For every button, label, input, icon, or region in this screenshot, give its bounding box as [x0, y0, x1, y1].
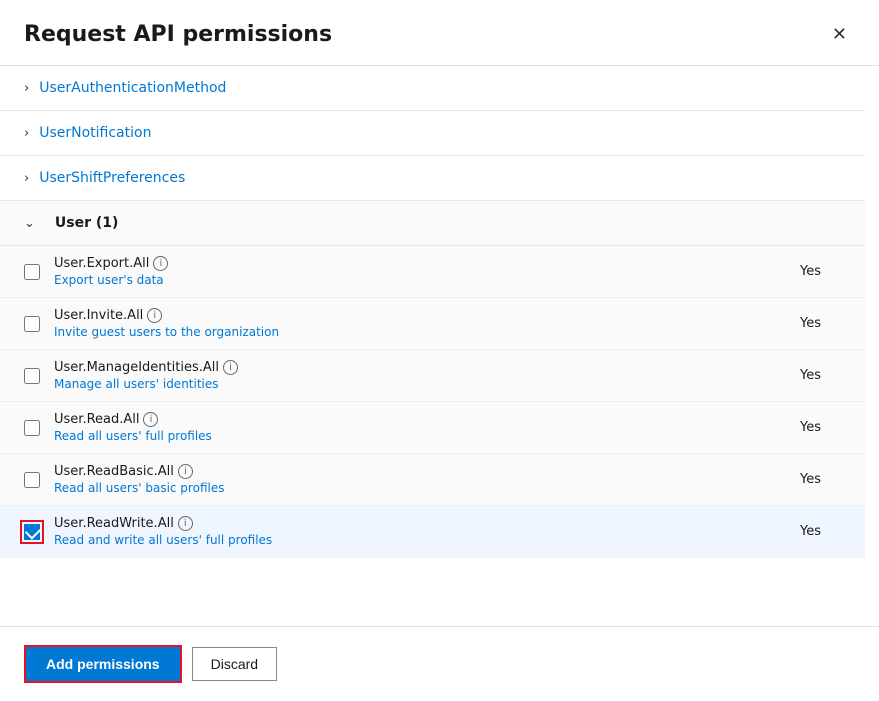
checkbox-user-manage-identities[interactable] [24, 368, 40, 384]
permission-admin-user-export: Yes [800, 264, 841, 279]
dialog-header: Request API permissions ✕ [0, 0, 879, 65]
permission-name-user-readwrite-all: User.ReadWrite.All i [54, 516, 800, 531]
permission-admin-user-read-basic: Yes [800, 472, 841, 487]
request-api-permissions-dialog: Request API permissions ✕ › UserAuthenti… [0, 0, 879, 701]
info-icon-user-read-basic[interactable]: i [178, 464, 193, 479]
dialog-footer: Add permissions Discard [0, 626, 879, 701]
permission-desc-user-read-basic: Read all users' basic profiles [54, 481, 800, 495]
permission-desc-user-read-all: Read all users' full profiles [54, 429, 800, 443]
section-label-usernotification: UserNotification [39, 125, 151, 141]
permission-row-user-manage-identities: User.ManageIdentities.All i Manage all u… [0, 350, 865, 402]
section-expanded-header[interactable]: ⌄ User (1) [0, 201, 865, 246]
info-icon-user-read-all[interactable]: i [143, 412, 158, 427]
permission-row-user-read-basic: User.ReadBasic.All i Read all users' bas… [0, 454, 865, 506]
permission-desc-user-readwrite-all: Read and write all users' full profiles [54, 533, 800, 547]
permission-info-user-invite: User.Invite.All i Invite guest users to … [54, 308, 800, 339]
permission-row-user-export: User.Export.All i Export user's data Yes [0, 246, 865, 298]
section-row-usershiftprefs[interactable]: › UserShiftPreferences [0, 156, 865, 201]
close-button[interactable]: ✕ [824, 20, 855, 49]
checkbox-user-invite[interactable] [24, 316, 40, 332]
checkbox-user-export[interactable] [24, 264, 40, 280]
permission-admin-user-read-all: Yes [800, 420, 841, 435]
checkbox-wrap-user-export [24, 264, 40, 280]
permission-name-user-export: User.Export.All i [54, 256, 800, 271]
checkbox-user-read-all[interactable] [24, 420, 40, 436]
permission-row-user-read-all: User.Read.All i Read all users' full pro… [0, 402, 865, 454]
permission-name-user-invite: User.Invite.All i [54, 308, 800, 323]
chevron-down-icon: ⌄ [24, 216, 35, 231]
info-icon-user-export[interactable]: i [153, 256, 168, 271]
add-permissions-button[interactable]: Add permissions [24, 645, 182, 683]
section-row-usernotification[interactable]: › UserNotification [0, 111, 865, 156]
chevron-right-icon: › [24, 81, 29, 96]
chevron-right-icon: › [24, 126, 29, 141]
checkbox-wrap-user-readwrite-all [24, 524, 40, 540]
permission-desc-user-invite: Invite guest users to the organization [54, 325, 800, 339]
permission-info-user-read-basic: User.ReadBasic.All i Read all users' bas… [54, 464, 800, 495]
permission-info-user-manage-identities: User.ManageIdentities.All i Manage all u… [54, 360, 800, 391]
section-expanded-user: ⌄ User (1) User.Export.All i Export user… [0, 201, 865, 558]
permission-admin-user-manage-identities: Yes [800, 368, 841, 383]
section-label-usershiftprefs: UserShiftPreferences [39, 170, 185, 186]
permission-desc-user-manage-identities: Manage all users' identities [54, 377, 800, 391]
discard-button[interactable]: Discard [192, 647, 277, 681]
checkbox-user-readwrite-all[interactable] [24, 524, 40, 540]
permission-name-user-read-all: User.Read.All i [54, 412, 800, 427]
checkbox-wrap-user-read-all [24, 420, 40, 436]
section-row-userauthmethod[interactable]: › UserAuthenticationMethod [0, 66, 865, 111]
dialog-body: › UserAuthenticationMethod › UserNotific… [0, 65, 879, 626]
permission-row-user-invite: User.Invite.All i Invite guest users to … [0, 298, 865, 350]
permission-name-user-read-basic: User.ReadBasic.All i [54, 464, 800, 479]
checkbox-wrap-user-invite [24, 316, 40, 332]
section-list: › UserAuthenticationMethod › UserNotific… [0, 66, 879, 558]
close-icon: ✕ [832, 24, 847, 45]
permission-admin-user-invite: Yes [800, 316, 841, 331]
info-icon-user-manage-identities[interactable]: i [223, 360, 238, 375]
permission-admin-user-readwrite-all: Yes [800, 524, 841, 539]
permission-row-user-readwrite-all: User.ReadWrite.All i Read and write all … [0, 506, 865, 558]
permission-info-user-export: User.Export.All i Export user's data [54, 256, 800, 287]
permission-info-user-read-all: User.Read.All i Read all users' full pro… [54, 412, 800, 443]
permission-desc-user-export: Export user's data [54, 273, 800, 287]
permission-info-user-readwrite-all: User.ReadWrite.All i Read and write all … [54, 516, 800, 547]
info-icon-user-invite[interactable]: i [147, 308, 162, 323]
section-expanded-label: User (1) [55, 215, 119, 231]
checkbox-wrap-user-manage-identities [24, 368, 40, 384]
checkbox-user-read-basic[interactable] [24, 472, 40, 488]
permission-name-user-manage-identities: User.ManageIdentities.All i [54, 360, 800, 375]
checkbox-wrap-user-read-basic [24, 472, 40, 488]
section-label-userauthmethod: UserAuthenticationMethod [39, 80, 226, 96]
dialog-title: Request API permissions [24, 22, 332, 47]
chevron-right-icon: › [24, 171, 29, 186]
info-icon-user-readwrite-all[interactable]: i [178, 516, 193, 531]
